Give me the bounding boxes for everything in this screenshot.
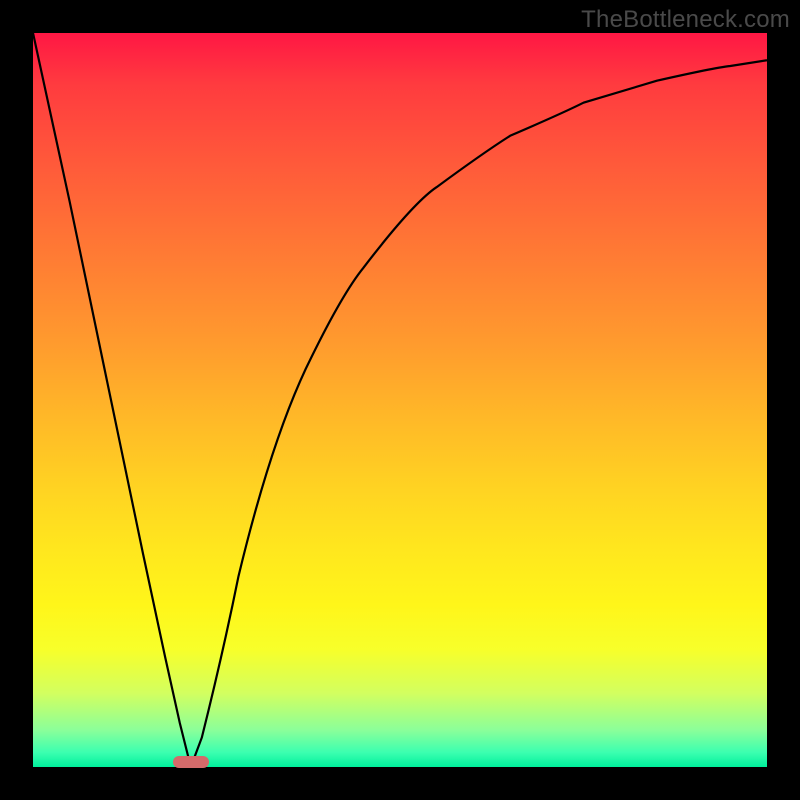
watermark-text: TheBottleneck.com bbox=[581, 6, 790, 34]
chart-frame: TheBottleneck.com bbox=[0, 0, 800, 800]
optimum-marker bbox=[173, 756, 210, 768]
curve-path bbox=[33, 33, 767, 767]
plot-area bbox=[33, 33, 767, 767]
bottleneck-curve bbox=[33, 33, 767, 767]
